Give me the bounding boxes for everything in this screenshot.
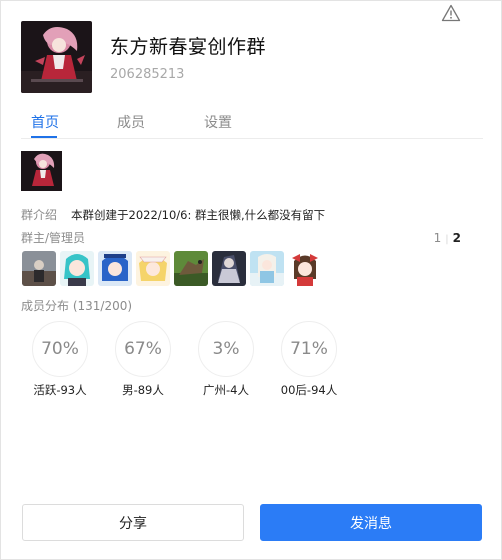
- stat-label: 广州-4人: [203, 383, 249, 397]
- tab-bar: 首页 成员 设置: [21, 109, 483, 139]
- stat-male[interactable]: 67% 男-89人: [105, 321, 181, 398]
- admin-avatar-2[interactable]: [60, 251, 94, 286]
- pager-page-2[interactable]: 2: [453, 231, 461, 245]
- warning-icon[interactable]: [441, 4, 461, 22]
- admin-avatar-6[interactable]: [212, 251, 246, 286]
- member-distribution-label: 成员分布 (131/200): [21, 299, 133, 313]
- pager-page-1[interactable]: 1: [434, 231, 442, 245]
- group-id: 206285213: [110, 67, 185, 82]
- admins-pager: 1 | 2: [433, 231, 461, 245]
- stat-label: 活跃-93人: [33, 383, 87, 397]
- active-tab-indicator: [31, 136, 57, 138]
- admin-avatar-8[interactable]: [288, 251, 322, 286]
- intro-label: 群介绍: [21, 208, 58, 222]
- stat-location[interactable]: 3% 广州-4人: [188, 321, 264, 398]
- group-photo-thumbnail[interactable]: [21, 151, 62, 191]
- admin-avatar-1[interactable]: [22, 251, 56, 286]
- stat-circle: 67%: [115, 321, 171, 377]
- group-avatar[interactable]: [21, 21, 92, 93]
- stat-label: 男-89人: [122, 383, 164, 397]
- stat-circle: 71%: [281, 321, 337, 377]
- admin-avatar-7[interactable]: [250, 251, 284, 286]
- admin-avatar-3[interactable]: [98, 251, 132, 286]
- member-count: (131/200): [72, 299, 133, 313]
- stat-age[interactable]: 71% 00后-94人: [271, 321, 347, 398]
- admin-avatar-5[interactable]: [174, 251, 208, 286]
- tab-home[interactable]: 首页: [31, 112, 59, 132]
- stat-label: 00后-94人: [280, 383, 338, 397]
- admins-label: 群主/管理员: [21, 231, 86, 245]
- send-message-button[interactable]: 发消息: [260, 504, 482, 541]
- tab-settings[interactable]: 设置: [204, 112, 232, 132]
- group-profile-window: 东方新春宴创作群 206285213 首页 成员 设置 群介绍 本群创建于202…: [0, 0, 502, 560]
- stat-active[interactable]: 70% 活跃-93人: [22, 321, 98, 398]
- tab-members[interactable]: 成员: [117, 112, 145, 132]
- intro-text: 本群创建于2022/10/6: 群主很懒,什么都没有留下: [71, 208, 326, 222]
- stat-circle: 70%: [32, 321, 88, 377]
- admin-avatar-4[interactable]: [136, 251, 170, 286]
- share-button[interactable]: 分享: [22, 504, 244, 541]
- stat-circle: 3%: [198, 321, 254, 377]
- group-name: 东方新春宴创作群: [110, 36, 267, 58]
